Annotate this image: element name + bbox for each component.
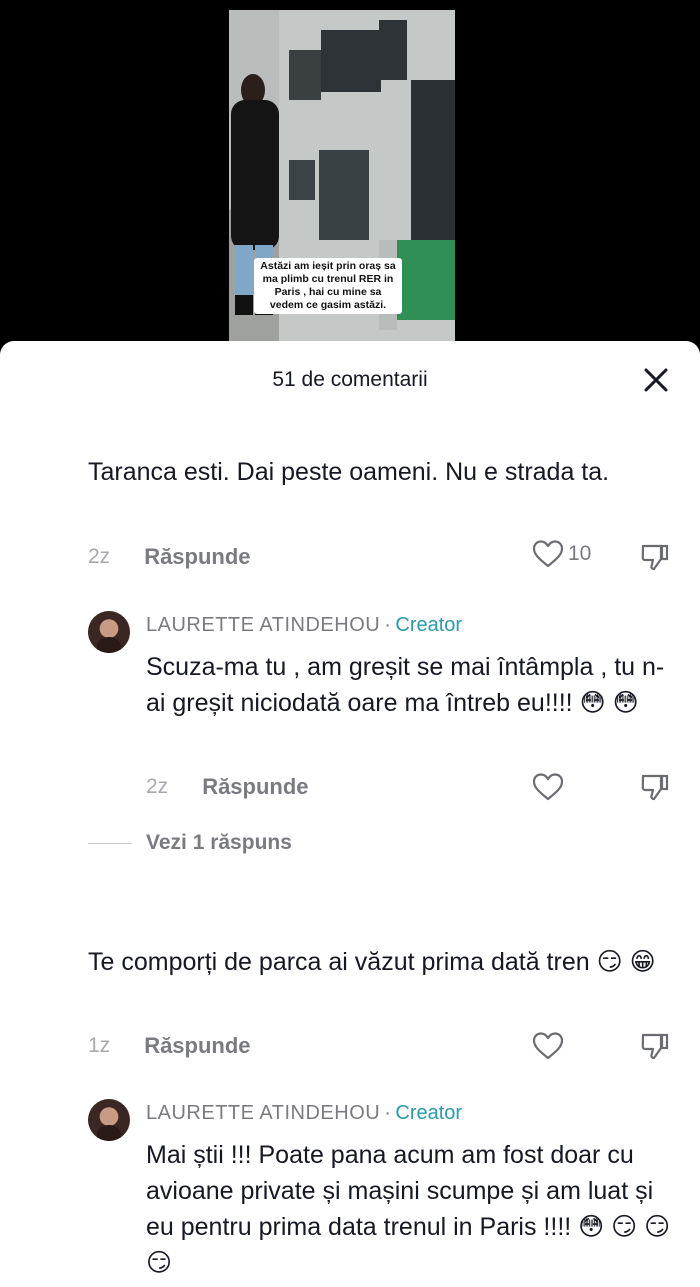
reply-button[interactable]: Răspunde [202,774,308,800]
comment-author[interactable]: LAURETTE ATINDEHOU · Creator [146,614,462,637]
heart-icon [532,773,564,801]
thumbs-down-icon [641,774,669,801]
avatar[interactable] [88,611,130,653]
creator-badge: Creator [395,614,463,636]
comment-meta: 2z Răspunde [146,769,309,805]
comment-text: Mai știi !!! Poate pana acum am fost doa… [146,1141,671,1277]
comment-time: 1z [88,1034,111,1057]
divider-line [88,842,132,844]
heart-icon [532,1032,564,1060]
comment-time: 2z [88,545,111,568]
video-caption: Astăzi am ieșit prin oraș sa ma plimb cu… [254,258,402,314]
comment-text: Scuza-ma tu , am greșit se mai întâmpla … [146,653,665,717]
comment-meta: 2z Răspunde [88,539,251,575]
comment-text: Taranca esti. Dai peste oameni. Nu e str… [88,458,610,486]
separator-dot: · [384,1102,392,1124]
video-area: Astăzi am ieșit prin oraș sa ma plimb cu… [0,0,700,345]
dislike-button[interactable] [640,772,670,807]
heart-icon [532,540,564,568]
avatar[interactable] [88,1099,130,1141]
view-replies-label: Vezi 1 răspuns [146,831,292,854]
like-button[interactable]: 10 [532,539,591,569]
comments-sheet: 51 de comentarii Taranca esti. Dai peste… [0,341,700,1287]
close-icon [644,368,668,392]
reply-button[interactable]: Răspunde [144,1033,250,1059]
sheet-header: 51 de comentarii [0,341,700,421]
author-name: LAURETTE ATINDEHOU [146,614,381,636]
dislike-button[interactable] [640,542,670,577]
thumbs-down-icon [641,1033,669,1060]
comment-time: 2z [146,775,169,798]
comments-count-title: 51 de comentarii [272,368,428,391]
like-button[interactable] [532,1031,564,1061]
thumbs-down-icon [641,544,669,571]
view-replies-button[interactable]: Vezi 1 răspuns [88,831,292,855]
dislike-button[interactable] [640,1031,670,1066]
creator-badge: Creator [395,1102,463,1124]
reply-button[interactable]: Răspunde [144,544,250,570]
comment-author[interactable]: LAURETTE ATINDEHOU · Creator [146,1102,462,1125]
like-button[interactable] [532,772,564,802]
author-name: LAURETTE ATINDEHOU [146,1102,381,1124]
close-button[interactable] [638,362,674,398]
like-count: 10 [568,542,592,565]
comment-text: Te comporți de parca ai văzut prima dată… [88,948,656,976]
comment-meta: 1z Răspunde [88,1028,251,1064]
separator-dot: · [384,614,392,636]
